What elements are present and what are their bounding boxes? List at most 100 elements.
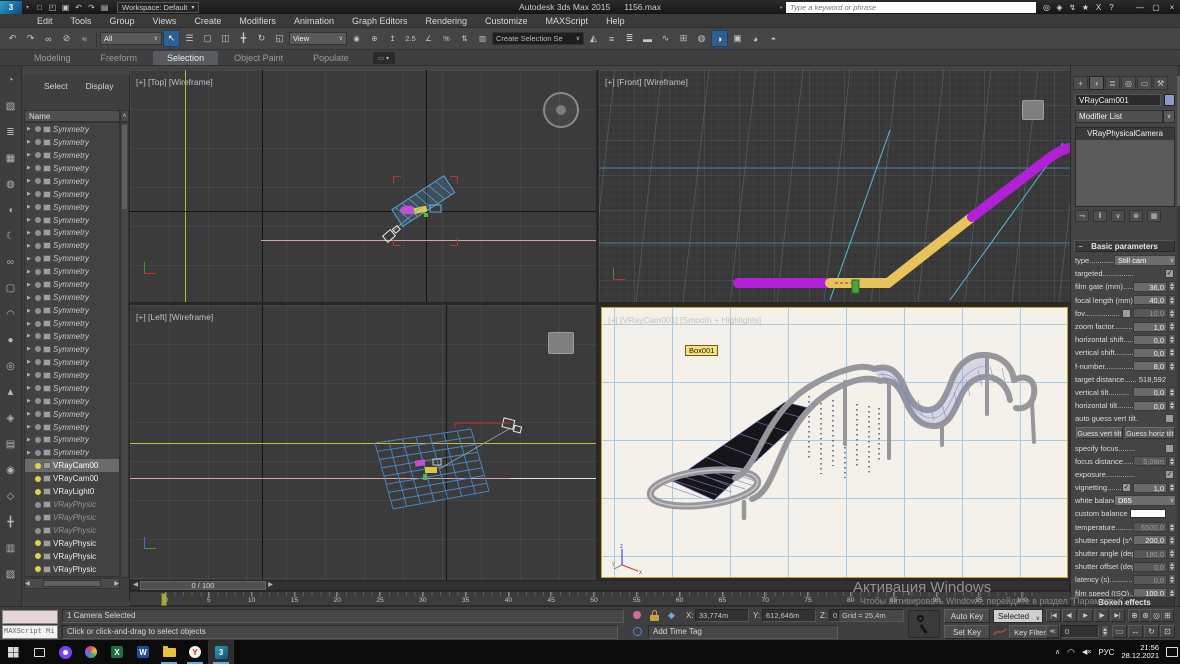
vertical-scrollbar[interactable] <box>120 122 129 578</box>
sound-icon[interactable]: ◖ <box>2 202 19 219</box>
expand-arrow-icon[interactable] <box>27 450 33 456</box>
spinner-control[interactable] <box>1168 281 1176 292</box>
param-value-field[interactable]: 0,0 <box>1133 335 1167 345</box>
scrollbar-thumb[interactable] <box>122 125 127 209</box>
menu-item[interactable]: Select <box>44 81 68 107</box>
param-value-field[interactable]: 1,0 <box>1133 322 1167 332</box>
list-item[interactable]: Symmetry <box>25 175 119 188</box>
select-and-rotate-icon[interactable]: ↻ <box>253 30 270 47</box>
search-toggle-icon[interactable]: ▸ <box>780 4 783 11</box>
max-logo-icon[interactable]: 3 <box>0 1 22 14</box>
list-item[interactable]: Symmetry <box>25 136 119 149</box>
close-button[interactable]: × <box>1164 2 1180 13</box>
selection-set-dropdown[interactable]: Selected <box>993 609 1043 623</box>
visibility-bulb-icon[interactable] <box>35 372 41 378</box>
ribbon-tab[interactable]: Populate <box>299 51 363 65</box>
expand-arrow-icon[interactable] <box>27 359 33 365</box>
param-value-field[interactable]: 36,0 <box>1133 282 1167 292</box>
list-item[interactable]: Symmetry <box>25 304 119 317</box>
expand-arrow-icon[interactable] <box>27 191 33 197</box>
chevron-down-icon[interactable]: ∨ <box>1163 110 1175 123</box>
camera-view-canvas[interactable]: [+] [VRayCam001] [Smooth + Highlights] B… <box>601 307 1068 578</box>
show-end-result-icon[interactable]: ‖ <box>1093 210 1107 222</box>
param-value-field[interactable]: 1,0 <box>1133 483 1167 493</box>
calculator-icon[interactable]: ▦ <box>2 150 19 167</box>
ribbon-overflow-button[interactable]: ▭▾ <box>373 52 395 64</box>
remove-modifier-icon[interactable]: ⊗ <box>1129 210 1143 222</box>
taskbar-explorer[interactable] <box>156 640 182 664</box>
expand-arrow-icon[interactable] <box>27 217 33 223</box>
visibility-bulb-icon[interactable] <box>35 178 41 184</box>
visibility-bulb-icon[interactable] <box>35 126 41 132</box>
spinner-control[interactable] <box>1168 334 1176 345</box>
visibility-bulb-icon[interactable] <box>35 398 41 404</box>
list-item[interactable]: Symmetry <box>25 201 119 214</box>
frame-spinner[interactable] <box>1101 625 1109 638</box>
menu-item[interactable]: Tools <box>62 16 101 26</box>
list-item[interactable]: Symmetry <box>25 395 119 408</box>
cone-icon[interactable]: ▲ <box>2 384 19 401</box>
list-item[interactable]: Symmetry <box>25 214 119 227</box>
spinner-control[interactable] <box>1168 321 1176 332</box>
select-and-scale-icon[interactable]: ◱ <box>271 30 288 47</box>
project-folder-icon[interactable]: ▤ <box>98 2 111 13</box>
hatch-icon[interactable]: ▨ <box>2 566 19 583</box>
expand-arrow-icon[interactable] <box>27 256 33 262</box>
taskbar-alice[interactable] <box>52 640 78 664</box>
ribbon-tab[interactable]: Object Paint <box>220 51 297 65</box>
expand-arrow-icon[interactable] <box>27 269 33 275</box>
diamond-icon[interactable]: ◈ <box>2 410 19 427</box>
maximize-viewport-icon[interactable]: ⊡ <box>1160 625 1175 638</box>
selection-lock-icon[interactable] <box>650 610 659 621</box>
spinner-control[interactable] <box>1168 387 1176 398</box>
list-item[interactable]: Symmetry <box>25 291 119 304</box>
named-selection-dropdown[interactable]: Create Selection Se ∨ <box>492 32 584 45</box>
list-item[interactable]: Symmetry <box>25 317 119 330</box>
param-value-field[interactable]: 0,0 <box>1133 575 1167 585</box>
list-item[interactable]: Symmetry <box>25 123 119 136</box>
list-item[interactable]: VRayPhysic <box>25 511 119 524</box>
visibility-bulb-icon[interactable] <box>35 540 41 546</box>
menu-item[interactable]: Group <box>101 16 144 26</box>
visibility-bulb-icon[interactable] <box>35 256 41 262</box>
task-view-button[interactable] <box>26 640 52 664</box>
volume-muted-icon[interactable]: ◀× <box>1082 648 1091 656</box>
reference-coordinate-dropdown[interactable]: View ∨ <box>289 32 347 45</box>
frame-back-icon[interactable]: ◀ <box>131 581 140 590</box>
expand-arrow-icon[interactable] <box>27 204 33 210</box>
visibility-bulb-icon[interactable] <box>35 437 41 443</box>
object-color-swatch[interactable] <box>1164 94 1175 106</box>
param-value-field[interactable]: 0,0 <box>1133 348 1167 358</box>
moon-icon[interactable]: ☾ <box>2 228 19 245</box>
key-mode-toggle-icon[interactable]: ≪ <box>1046 625 1059 638</box>
exchange-icon[interactable]: X <box>1092 2 1105 13</box>
scroll-right-icon[interactable]: ▶ <box>114 580 119 587</box>
viewport-top-label[interactable]: [+] [Top] [Wireframe] <box>136 77 213 87</box>
param-value-field[interactable]: 0,0 <box>1133 562 1167 572</box>
expand-arrow-icon[interactable] <box>27 126 33 132</box>
taskbar-yandex[interactable]: Y <box>182 640 208 664</box>
param-dropdown[interactable]: Still cam <box>1114 255 1176 266</box>
material-editor-icon[interactable]: ◍ <box>693 30 710 47</box>
visibility-bulb-icon[interactable] <box>35 152 41 158</box>
select-and-link-icon[interactable]: ∞ <box>40 30 57 47</box>
param-value-field[interactable]: 200,0 <box>1133 535 1167 545</box>
expand-arrow-icon[interactable] <box>27 178 33 184</box>
param-value-field[interactable]: 8,0 <box>1133 361 1167 371</box>
pin-stack-icon[interactable]: ⊸ <box>1075 210 1089 222</box>
maxscript-macro-area[interactable] <box>2 610 58 624</box>
visibility-bulb-icon[interactable] <box>35 282 41 288</box>
button-icon[interactable]: ▢ <box>2 280 19 297</box>
camera-helper-icon[interactable] <box>548 332 574 354</box>
render-setup-icon[interactable]: ◑ <box>711 30 728 47</box>
modifier-list-dropdown[interactable]: Modifier List <box>1075 110 1163 123</box>
menu-item[interactable]: Views <box>144 16 186 26</box>
time-slider-handle[interactable]: 0 / 100 <box>140 581 266 590</box>
open-file-icon[interactable]: ◰ <box>46 2 59 13</box>
clock[interactable]: 21:56 28.12.2021 <box>1121 644 1159 660</box>
orbit-icon[interactable]: ↻ <box>1144 625 1159 638</box>
list-item[interactable]: Symmetry <box>25 227 119 240</box>
visibility-bulb-icon[interactable] <box>35 385 41 391</box>
list-item[interactable]: Symmetry <box>25 421 119 434</box>
name-column-header[interactable]: Name <box>24 110 120 122</box>
